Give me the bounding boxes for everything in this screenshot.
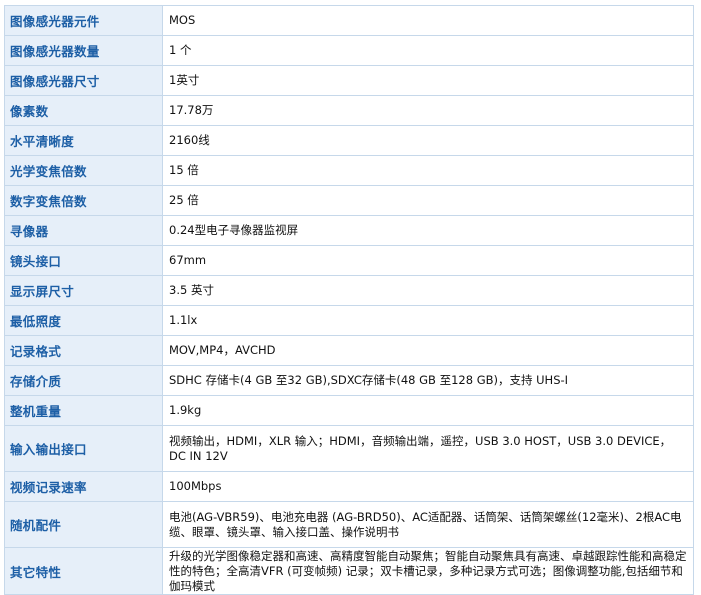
spec-label: 最低照度	[4, 305, 163, 336]
spec-label: 像素数	[4, 95, 163, 126]
spec-row-sensor-size: 图像感光器尺寸 1英寸	[4, 65, 694, 96]
spec-row-display-size: 显示屏尺寸 3.5 英寸	[4, 275, 694, 306]
spec-label: 光学变焦倍数	[4, 155, 163, 186]
spec-value: 1 个	[162, 35, 694, 66]
spec-row-io-ports: 输入输出接口 视频输出，HDMI，XLR 输入；HDMI，音频输出端，遥控，US…	[4, 425, 694, 472]
spec-row-optical-zoom: 光学变焦倍数 15 倍	[4, 155, 694, 186]
spec-row-lens-mount: 镜头接口 67mm	[4, 245, 694, 276]
spec-label: 水平清晰度	[4, 125, 163, 156]
spec-value: 17.78万	[162, 95, 694, 126]
spec-value: 25 倍	[162, 185, 694, 216]
spec-label: 随机配件	[4, 501, 163, 548]
spec-value: 电池(AG-VBR59)、电池充电器 (AG-BRD50)、AC适配器、话筒架、…	[162, 501, 694, 548]
spec-value: 67mm	[162, 245, 694, 276]
spec-value: SDHC 存储卡(4 GB 至32 GB),SDXC存储卡(48 GB 至128…	[162, 365, 694, 396]
spec-label: 存储介质	[4, 365, 163, 396]
spec-value: 0.24型电子寻像器监视屏	[162, 215, 694, 246]
spec-value: 15 倍	[162, 155, 694, 186]
spec-value: 3.5 英寸	[162, 275, 694, 306]
spec-value: 视频输出，HDMI，XLR 输入；HDMI，音频输出端，遥控，USB 3.0 H…	[162, 425, 694, 472]
spec-label: 图像感光器尺寸	[4, 65, 163, 96]
spec-label: 图像感光器元件	[4, 5, 163, 36]
spec-label: 图像感光器数量	[4, 35, 163, 66]
spec-table: 图像感光器元件 MOS 图像感光器数量 1 个 图像感光器尺寸 1英寸 像素数 …	[4, 5, 694, 595]
spec-row-horizontal-resolution: 水平清晰度 2160线	[4, 125, 694, 156]
spec-row-min-illumination: 最低照度 1.1lx	[4, 305, 694, 336]
spec-row-sensor-count: 图像感光器数量 1 个	[4, 35, 694, 66]
spec-label: 镜头接口	[4, 245, 163, 276]
spec-value: 1.9kg	[162, 395, 694, 426]
spec-value: 1英寸	[162, 65, 694, 96]
spec-label: 显示屏尺寸	[4, 275, 163, 306]
spec-row-sensor-type: 图像感光器元件 MOS	[4, 5, 694, 36]
spec-row-viewfinder: 寻像器 0.24型电子寻像器监视屏	[4, 215, 694, 246]
spec-row-bitrate: 视频记录速率 100Mbps	[4, 471, 694, 502]
spec-label: 寻像器	[4, 215, 163, 246]
spec-value: 2160线	[162, 125, 694, 156]
spec-row-weight: 整机重量 1.9kg	[4, 395, 694, 426]
spec-label: 数字变焦倍数	[4, 185, 163, 216]
spec-row-storage-media: 存储介质 SDHC 存储卡(4 GB 至32 GB),SDXC存储卡(48 GB…	[4, 365, 694, 396]
spec-label: 记录格式	[4, 335, 163, 366]
spec-row-pixels: 像素数 17.78万	[4, 95, 694, 126]
spec-value: MOS	[162, 5, 694, 36]
spec-value: 升级的光学图像稳定器和高速、高精度智能自动聚焦；智能自动聚焦具有高速、卓越跟踪性…	[162, 547, 694, 595]
spec-label: 整机重量	[4, 395, 163, 426]
spec-value: 1.1lx	[162, 305, 694, 336]
spec-value: MOV,MP4，AVCHD	[162, 335, 694, 366]
spec-label: 输入输出接口	[4, 425, 163, 472]
spec-value: 100Mbps	[162, 471, 694, 502]
spec-label: 视频记录速率	[4, 471, 163, 502]
spec-row-other-features: 其它特性 升级的光学图像稳定器和高速、高精度智能自动聚焦；智能自动聚焦具有高速、…	[4, 547, 694, 595]
spec-row-record-format: 记录格式 MOV,MP4，AVCHD	[4, 335, 694, 366]
spec-row-digital-zoom: 数字变焦倍数 25 倍	[4, 185, 694, 216]
spec-label: 其它特性	[4, 547, 163, 595]
spec-row-accessories: 随机配件 电池(AG-VBR59)、电池充电器 (AG-BRD50)、AC适配器…	[4, 501, 694, 548]
